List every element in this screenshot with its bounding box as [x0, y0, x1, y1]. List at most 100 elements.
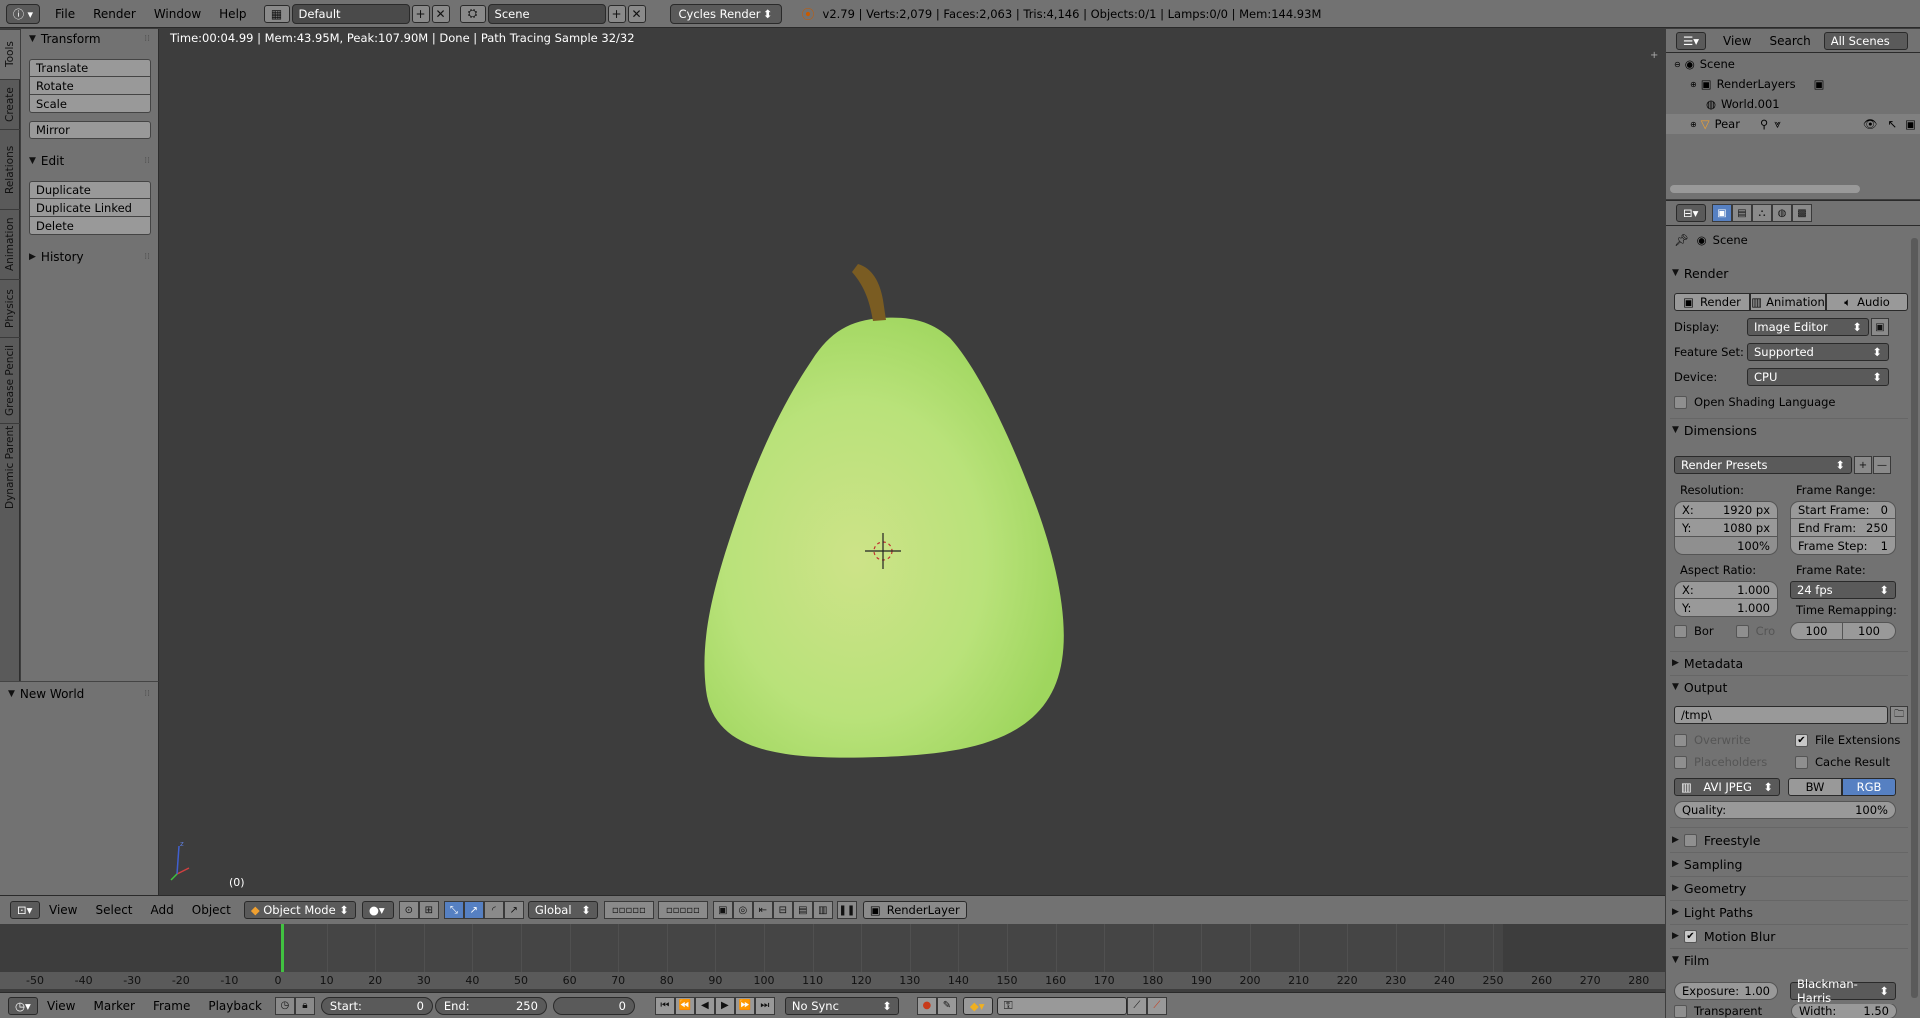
border-checkbox[interactable] [1674, 624, 1687, 638]
add-preset-icon[interactable]: + [1854, 456, 1872, 474]
play-icon[interactable]: ▶ [714, 996, 735, 1015]
crop-checkbox[interactable] [1735, 624, 1749, 638]
resolution-y-field[interactable]: Y: 1080 px [1674, 519, 1778, 537]
tab-create[interactable]: Create [0, 79, 20, 129]
record-icon[interactable]: ● [916, 996, 937, 1015]
remap-old-field[interactable]: 100 [1790, 622, 1843, 640]
aspect-y-field[interactable]: Y: 1.000 [1674, 599, 1778, 617]
resolution-x-field[interactable]: X: 1920 px [1674, 501, 1778, 519]
output-path-field[interactable]: /tmp\ [1674, 706, 1889, 724]
delete-keyframe-icon[interactable]: ⟋ [1146, 996, 1167, 1015]
scale-button[interactable]: Scale [29, 95, 151, 113]
tab-animation[interactable]: Animation [0, 209, 20, 279]
output-panel-header[interactable]: ▼ Output [1672, 676, 1908, 698]
overwrite-checkbox[interactable] [1674, 733, 1687, 747]
screen-layout-field[interactable]: Default [291, 3, 410, 24]
render-opengl-icon[interactable]: ▤ [792, 901, 813, 919]
proportional-edit-icon[interactable]: ◎ [732, 901, 753, 919]
delete-button[interactable]: Delete [29, 217, 151, 235]
grip-icon[interactable]: ⁞⁞ [144, 34, 150, 44]
freestyle-panel-header[interactable]: ▶ Freestyle [1672, 829, 1908, 851]
menu-help[interactable]: Help [210, 7, 255, 21]
outliner-item-world[interactable]: ◍ World.001 [1666, 94, 1920, 114]
manipulator-toggle-icon[interactable]: ⤡ [443, 901, 464, 919]
scale-manipulator-icon[interactable]: ↗ [503, 901, 524, 919]
timeline-ruler[interactable]: -50 -40 -30 -20 -10 0 10 20 30 40 50 60 70 80 90 100 110… [0, 972, 1665, 989]
mirror-button[interactable]: Mirror [29, 121, 151, 139]
selectability-cursor-icon[interactable]: ↖ [1887, 117, 1897, 131]
device-dropdown[interactable]: CPU ⬍ [1747, 368, 1889, 386]
outliner-menu-view[interactable]: View [1714, 34, 1760, 48]
frame-step-field[interactable]: Frame Step: 1 [1790, 537, 1896, 555]
screen-layout-icon[interactable]: ▦ [263, 4, 290, 23]
info-editor-type-button[interactable]: ⓘ ▾ [6, 3, 40, 24]
frame-rate-field[interactable]: 24 fps ⬍ [1790, 581, 1896, 599]
translate-manipulator-icon[interactable]: ↗ [463, 901, 484, 919]
outliner-item-renderlayers[interactable]: ⊕ ▣ RenderLayers ▣ [1666, 74, 1920, 94]
tab-relations[interactable]: Relations [0, 129, 20, 209]
tab-grease-pencil[interactable]: Grease Pencil [0, 337, 20, 423]
timeline-menu-frame[interactable]: Frame [144, 999, 199, 1013]
play-reverse-icon[interactable]: ◀ [694, 996, 715, 1015]
render-engine-dropdown[interactable]: Cycles Render ⬍ [669, 3, 782, 24]
menu-render[interactable]: Render [84, 7, 145, 21]
snap-icon[interactable]: ⊞ [418, 901, 439, 919]
pivot-point-icon[interactable]: ⊙ [398, 901, 419, 919]
placeholders-checkbox[interactable] [1674, 755, 1687, 769]
insert-keyframe-icon[interactable]: ⟋ [1126, 996, 1147, 1015]
menu-window[interactable]: Window [145, 7, 210, 21]
menu-view[interactable]: View [40, 903, 86, 917]
timeline-menu-view[interactable]: View [38, 999, 84, 1013]
expand-icon[interactable]: ⊕ [1690, 120, 1697, 129]
layers-group-1[interactable]: ▫▫▫▫▫ [603, 901, 654, 919]
transparent-checkbox[interactable] [1674, 1004, 1687, 1018]
pause-icon[interactable]: ❚❚ [836, 901, 857, 919]
outliner-item-pear[interactable]: ⊕ ▽ Pear ⚲ ⩔ 👁︎ ↖ ▣ [1666, 114, 1920, 134]
timeline-area[interactable] [0, 924, 1665, 972]
expand-icon[interactable]: ⊕ [1690, 80, 1697, 89]
display-dropdown[interactable]: Image Editor ⬍ [1747, 318, 1869, 336]
cache-result-checkbox[interactable] [1795, 755, 1808, 769]
lock-layers-icon[interactable]: ▣ [712, 901, 733, 919]
remove-preset-icon[interactable]: — [1873, 456, 1891, 474]
file-format-dropdown[interactable]: ▥ AVI JPEG ⬍ [1674, 778, 1780, 796]
rotate-manipulator-icon[interactable]: ◜ [483, 901, 504, 919]
keying-mode-icon[interactable]: ✎ [936, 996, 957, 1015]
filter-type-dropdown[interactable]: Blackman-Harris ⬍ [1790, 977, 1896, 1005]
filter-width-field[interactable]: Width: 1.50 [1791, 1004, 1897, 1018]
freestyle-checkbox[interactable] [1683, 833, 1697, 847]
viewport-shading-dropdown[interactable]: ●▾ [361, 901, 394, 919]
jump-start-icon[interactable]: ⏮ [654, 996, 675, 1015]
editor-type-button[interactable]: ⊡▾ [10, 901, 40, 919]
timeline-menu-playback[interactable]: Playback [199, 999, 271, 1013]
tab-tools[interactable]: Tools [0, 29, 20, 79]
render-layers-tab-icon[interactable]: ▤ [1732, 204, 1752, 222]
outliner-item-scene[interactable]: ⊖ ◉ Scene [1666, 54, 1920, 74]
metadata-panel-header[interactable]: ▶ Metadata [1672, 652, 1908, 674]
renderlayer-toggle-icon[interactable]: ▣ [1814, 77, 1825, 91]
snap-target-icon[interactable]: ⊟ [772, 901, 793, 919]
menu-select[interactable]: Select [86, 903, 141, 917]
osl-checkbox[interactable] [1674, 395, 1687, 409]
jump-keyframe-forward-icon[interactable]: ⏩ [734, 996, 755, 1015]
exposure-field[interactable]: Exposure: 1.00 [1674, 982, 1778, 1000]
frame-rate-dropdown[interactable]: 24 fps ⬍ [1790, 581, 1896, 599]
keying-set-icon[interactable]: ◆▾ [962, 996, 993, 1015]
scene-field[interactable]: Scene [487, 3, 606, 24]
add-scene-icon[interactable]: + [607, 4, 626, 23]
snap-element-icon[interactable]: ⇤ [752, 901, 773, 919]
pin-icon[interactable]: 📌︎ [1674, 233, 1689, 247]
sync-dropdown[interactable]: No Sync ⬍ [784, 996, 899, 1015]
edit-panel-header[interactable]: ▼ Edit ⁞⁞ [21, 151, 158, 171]
world-tab-icon[interactable]: ◍ [1772, 204, 1792, 222]
render-presets-dropdown[interactable]: Render Presets ⬍ [1674, 456, 1852, 474]
outliner-menu-search[interactable]: Search [1760, 34, 1819, 48]
add-layout-icon[interactable]: + [411, 4, 430, 23]
folder-icon[interactable]: 🗀︎ [1890, 706, 1908, 724]
remove-layout-icon[interactable]: ✕ [431, 4, 450, 23]
feature-set-dropdown[interactable]: Supported ⬍ [1747, 343, 1889, 361]
grip-icon[interactable]: ⁞⁞ [144, 156, 150, 166]
light-paths-panel-header[interactable]: ▶ Light Paths [1672, 901, 1908, 923]
timeline-editor-type-button[interactable]: ◷▾ [8, 996, 38, 1015]
collapse-icon[interactable]: ⊖ [1674, 60, 1681, 69]
